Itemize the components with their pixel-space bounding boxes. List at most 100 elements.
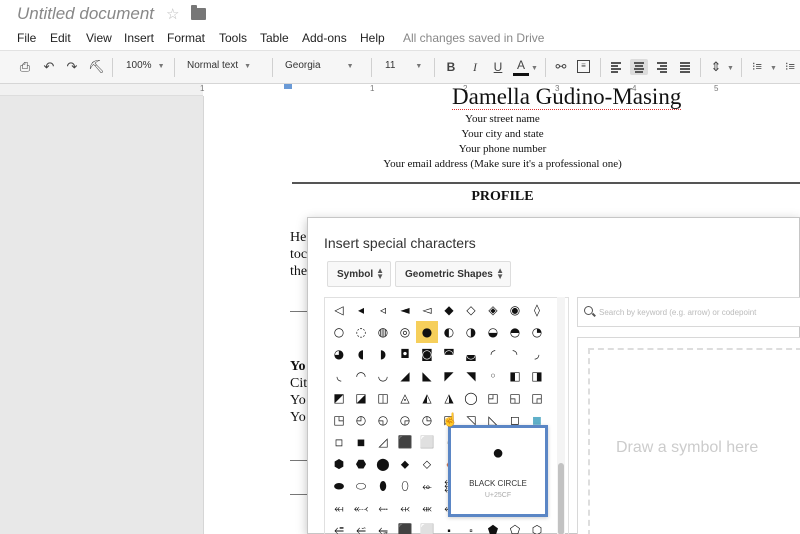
character-cell[interactable]: ◵ (372, 409, 394, 431)
underline-icon[interactable]: U (490, 59, 506, 75)
align-right-icon[interactable] (654, 59, 670, 75)
character-cell[interactable]: ◫ (372, 387, 394, 409)
character-cell[interactable]: ⬭ (350, 475, 372, 497)
character-cell[interactable]: ◅ (416, 299, 438, 321)
character-cell[interactable]: ⬜ (416, 519, 438, 534)
numbered-list-icon[interactable]: ⁝≡ (749, 59, 765, 75)
character-cell[interactable]: ⬤ (372, 453, 394, 475)
subcategory-select[interactable]: Geometric Shapes ▲ ▼ (395, 261, 511, 287)
character-cell[interactable]: ◘ (394, 343, 416, 365)
character-cell[interactable]: ◔ (526, 321, 548, 343)
character-cell[interactable]: ⬰ (416, 475, 438, 497)
character-cell[interactable]: ⬡ (526, 519, 548, 534)
character-cell[interactable]: ◠ (350, 365, 372, 387)
align-justify-icon[interactable] (677, 59, 693, 75)
grid-scrollbar-thumb[interactable] (558, 463, 564, 534)
character-cell[interactable]: ◷ (416, 409, 438, 431)
character-cell[interactable]: ⭀ (328, 519, 350, 534)
character-cell[interactable]: ◬ (394, 387, 416, 409)
character-cell[interactable]: ⬞ (460, 519, 482, 534)
character-cell[interactable]: ◕ (328, 343, 350, 365)
character-cell[interactable]: ◩ (328, 387, 350, 409)
folder-icon[interactable] (191, 5, 206, 20)
line-spacing-icon[interactable]: ⇕ (708, 59, 724, 75)
character-cell[interactable]: ◌ (350, 321, 372, 343)
character-cell[interactable]: ◁ (328, 299, 350, 321)
chevron-down-icon[interactable]: ▼ (770, 62, 777, 73)
character-cell[interactable]: ⬛ (394, 519, 416, 534)
character-cell[interactable]: ⬣ (350, 453, 372, 475)
menu-table[interactable]: Table (260, 31, 289, 45)
character-cell[interactable]: ⬝ (438, 519, 460, 534)
character-cell[interactable]: ◴ (350, 409, 372, 431)
character-cell[interactable]: ◛ (460, 343, 482, 365)
character-cell[interactable]: ○ (328, 321, 350, 343)
character-cell[interactable]: ◐ (438, 321, 460, 343)
character-cell[interactable]: ◂ (350, 299, 372, 321)
character-cell[interactable]: ◞ (526, 343, 548, 365)
character-cell-selected[interactable]: ● (416, 321, 438, 343)
character-cell[interactable]: ◳ (328, 409, 350, 431)
menu-file[interactable]: File (17, 31, 36, 45)
character-cell[interactable]: ◈ (482, 299, 504, 321)
bulleted-list-icon[interactable]: ⁝≡ (782, 59, 798, 75)
character-cell[interactable]: ⬠ (504, 519, 526, 534)
comment-icon[interactable]: ≡ (577, 60, 590, 73)
menu-insert[interactable]: Insert (124, 31, 154, 45)
character-cell[interactable]: ⬬ (328, 475, 350, 497)
font-select[interactable]: Georgia ▼ (285, 60, 354, 71)
character-cell[interactable]: ◉ (504, 299, 526, 321)
document-title[interactable]: Untitled document (17, 4, 154, 24)
indent-marker[interactable] (284, 84, 292, 89)
menu-edit[interactable]: Edit (50, 31, 71, 45)
link-icon[interactable]: ⚯ (553, 59, 569, 75)
menu-tools[interactable]: Tools (219, 31, 247, 45)
character-cell[interactable]: ◊ (526, 299, 548, 321)
search-field[interactable]: Search by keyword (e.g. arrow) or codepo… (577, 297, 800, 327)
character-cell[interactable]: ◦ (482, 365, 504, 387)
character-cell[interactable]: ◟ (328, 365, 350, 387)
character-cell[interactable]: ⬯ (394, 475, 416, 497)
character-cell[interactable]: ⬛ (394, 431, 416, 453)
character-cell[interactable]: ◪ (350, 387, 372, 409)
character-cell[interactable]: ◃ (372, 299, 394, 321)
italic-icon[interactable]: I (467, 59, 483, 75)
character-cell[interactable]: ◯ (460, 387, 482, 409)
character-cell[interactable]: ◶ (394, 409, 416, 431)
align-left-icon[interactable] (608, 59, 624, 75)
character-cell[interactable]: ◽ (328, 431, 350, 453)
character-cell[interactable]: ⬷ (350, 497, 372, 519)
character-cell[interactable]: ⭂ (372, 519, 394, 534)
character-cell[interactable]: ◥ (460, 365, 482, 387)
character-cell[interactable]: ◑ (460, 321, 482, 343)
character-cell[interactable]: ◒ (482, 321, 504, 343)
category-select[interactable]: Symbol ▲ ▼ (327, 261, 391, 287)
chevron-down-icon[interactable]: ▼ (727, 62, 734, 73)
character-cell[interactable]: ◧ (504, 365, 526, 387)
character-cell[interactable]: ◡ (372, 365, 394, 387)
undo-icon[interactable]: ↶ (41, 59, 57, 75)
character-cell[interactable]: ◆ (438, 299, 460, 321)
bold-icon[interactable]: B (443, 59, 459, 75)
character-cell[interactable]: ⬥ (394, 453, 416, 475)
character-cell[interactable]: ◄ (394, 299, 416, 321)
character-cell[interactable]: ◖ (350, 343, 372, 365)
draw-symbol-area[interactable]: Draw a symbol here (577, 337, 800, 534)
character-cell[interactable]: ◗ (372, 343, 394, 365)
character-cell[interactable]: ◝ (504, 343, 526, 365)
character-cell[interactable]: ◮ (438, 387, 460, 409)
character-cell[interactable]: ⬸ (372, 497, 394, 519)
character-cell[interactable]: ⬦ (416, 453, 438, 475)
character-cell[interactable]: ⭁ (350, 519, 372, 534)
character-cell[interactable]: ◍ (372, 321, 394, 343)
character-cell[interactable]: ⬹ (394, 497, 416, 519)
menu-addons[interactable]: Add-ons (302, 31, 347, 45)
character-cell[interactable]: ◿ (372, 431, 394, 453)
align-center-icon[interactable] (630, 59, 648, 75)
chevron-down-icon[interactable]: ▼ (531, 62, 538, 73)
character-cell[interactable]: ⬺ (416, 497, 438, 519)
character-cell[interactable]: ◇ (460, 299, 482, 321)
character-cell[interactable]: ◙ (416, 343, 438, 365)
menu-view[interactable]: View (86, 31, 112, 45)
print-icon[interactable]: ⎙ (17, 59, 33, 75)
